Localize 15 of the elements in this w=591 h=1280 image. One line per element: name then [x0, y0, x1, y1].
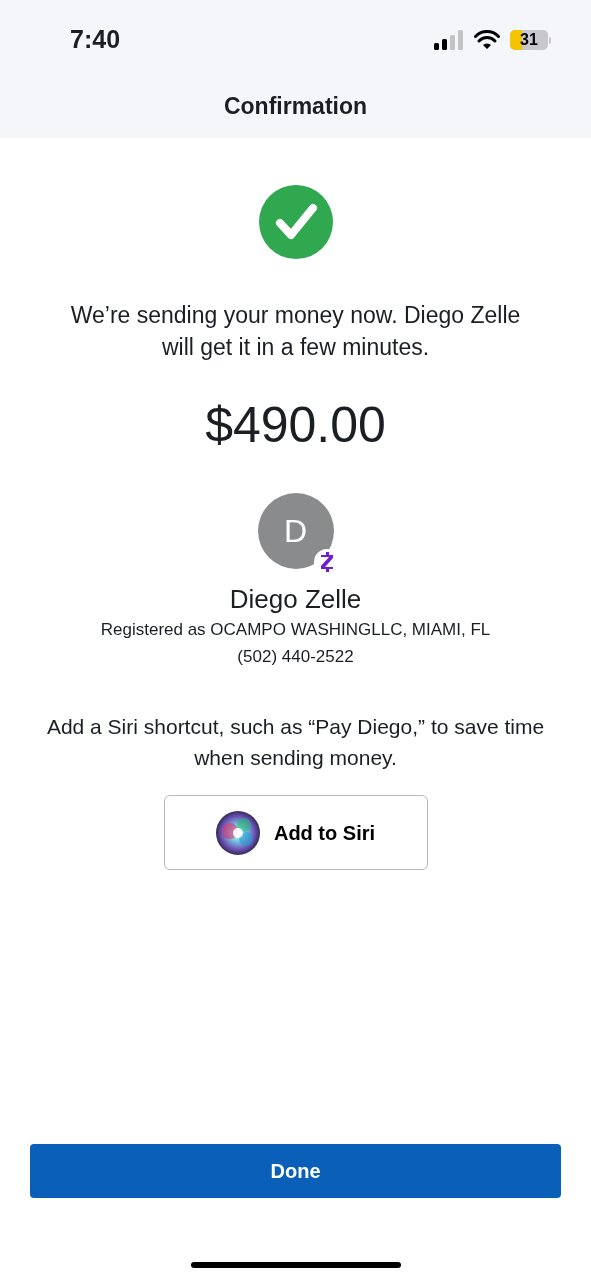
- signal-icon: [434, 30, 464, 50]
- confirmation-message: We’re sending your money now. Diego Zelle will get it in a few minutes.: [70, 301, 521, 362]
- recipient-phone: (502) 440-2522: [237, 646, 354, 668]
- amount: $490.00: [205, 396, 386, 455]
- success-check-icon: [258, 185, 333, 259]
- add-to-siri-button[interactable]: Add to Siri: [163, 795, 428, 870]
- wifi-icon: [474, 30, 500, 50]
- recipient-registration: Registered as OCAMPO WASHINGLLC, MIAMI, FL: [100, 619, 491, 641]
- status-time: 7:40: [70, 24, 121, 56]
- siri-hint: Add a Siri shortcut, such as “Pay Diego,” to save time when sending money.: [45, 714, 546, 771]
- recipient-name: Diego Zelle: [229, 583, 362, 615]
- page-title: Confirmation: [223, 91, 368, 121]
- done-button[interactable]: Done: [30, 1144, 561, 1198]
- avatar: D: [257, 493, 334, 569]
- siri-icon: [215, 810, 260, 855]
